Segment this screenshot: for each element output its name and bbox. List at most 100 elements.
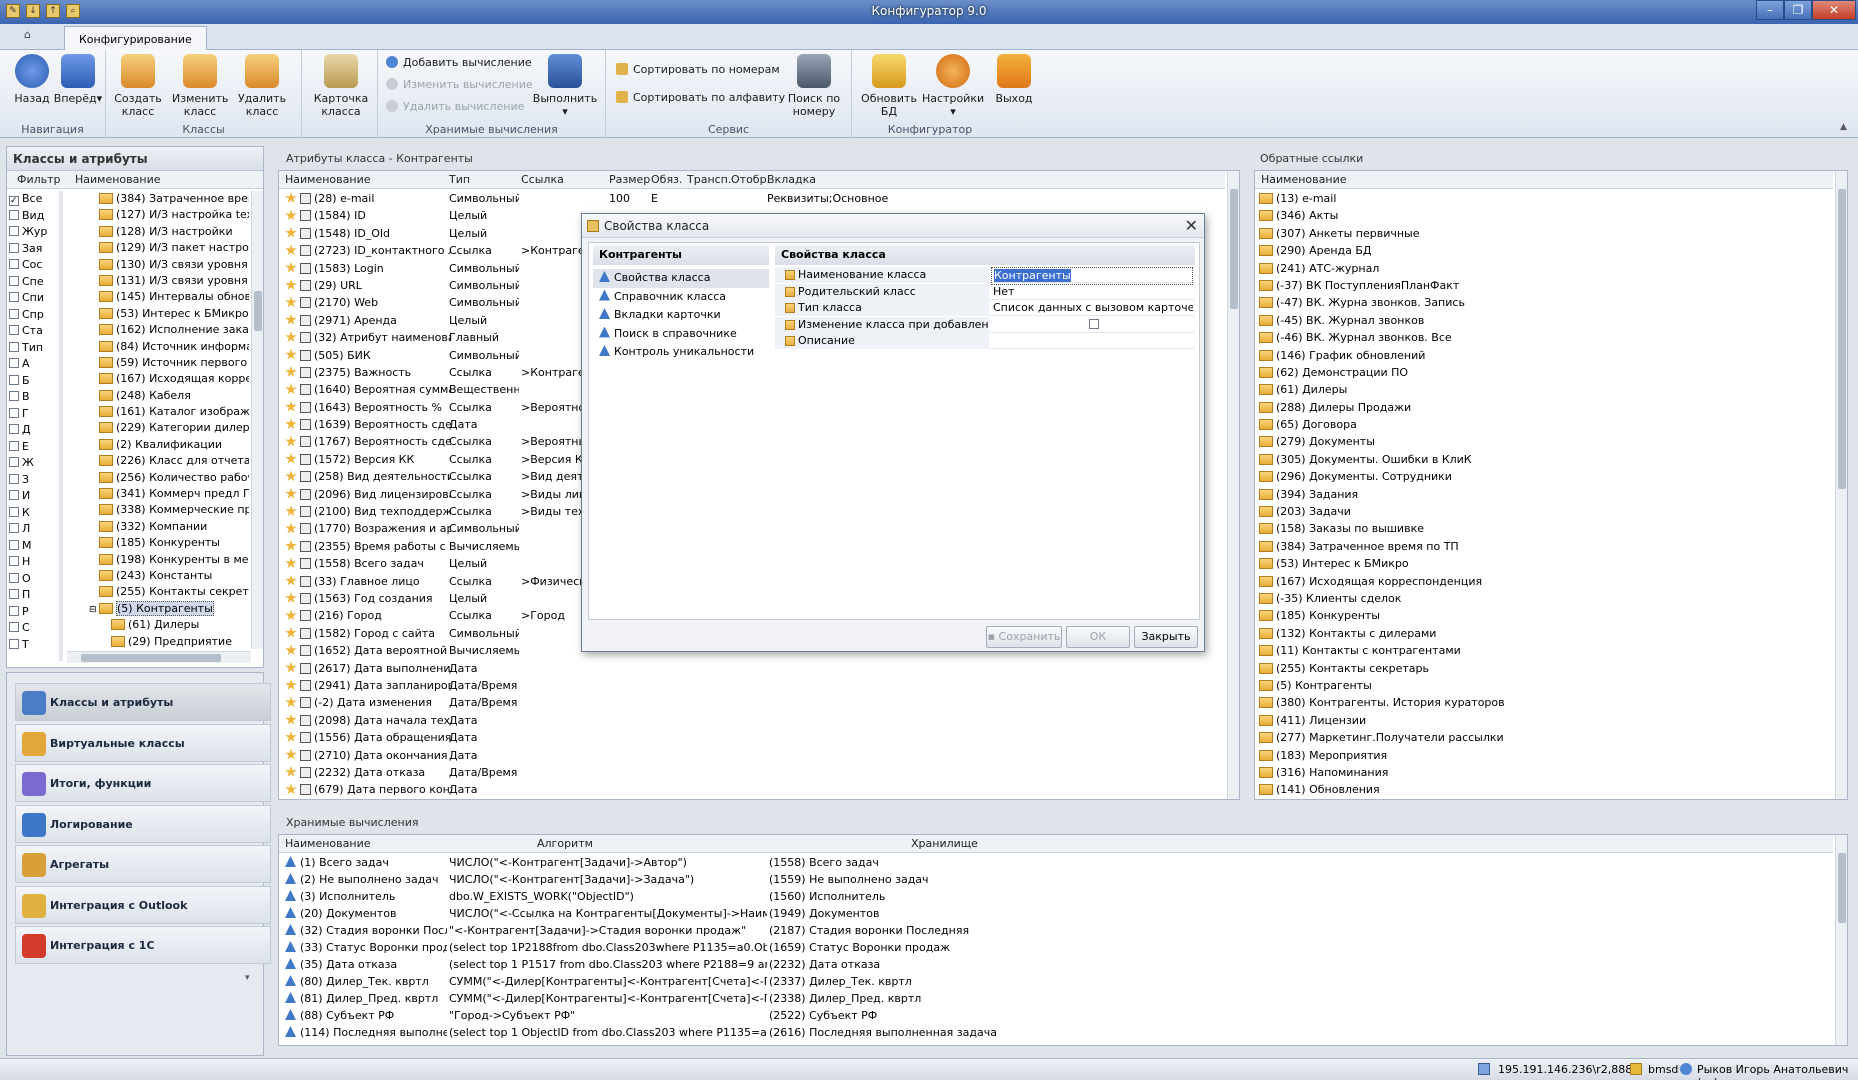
nav-button-3[interactable]: Логирование [15,804,271,843]
class-tree-item[interactable]: (129) И/З пакет настроек [67,240,249,256]
attr-row[interactable]: (2617) Дата выполнения посл.Дата [279,660,1225,677]
class-tree-item[interactable]: (226) Класс для отчета по PR [67,453,249,469]
filter-item[interactable]: Спи [9,290,59,307]
filter-checkbox[interactable] [9,473,19,484]
filter-item[interactable]: Г [9,406,59,423]
filter-checkbox[interactable] [9,424,19,434]
filter-checkbox[interactable] [9,209,19,220]
filter-checkbox[interactable] [9,622,19,632]
attributes-scrollbar[interactable] [1227,171,1239,799]
back-link-item[interactable]: (346) Акты [1255,207,1833,224]
filter-item[interactable]: Спе [9,274,59,291]
close-window-button[interactable]: ✕ [1812,0,1856,20]
back-link-item[interactable]: (132) Контакты с дилерами [1255,625,1833,642]
attr-col-0[interactable]: Наименование [285,171,370,189]
filter-item[interactable]: И [9,488,59,505]
attr-row[interactable]: (1556) Дата обращения/анкетыДата [279,729,1225,746]
class-tree-item[interactable]: (248) Кабеля [67,388,249,404]
filter-item[interactable]: Вид [9,208,59,225]
run-button[interactable]: Выполнить ▾ [532,54,598,118]
back-link-item[interactable]: (158) Заказы по вышивке [1255,520,1833,537]
back-link-item[interactable]: (288) Дилеры Продажи [1255,399,1833,416]
filter-checkbox[interactable] [9,391,19,401]
back-link-item[interactable]: (203) Задачи [1255,503,1833,520]
property-row[interactable]: Родительский класс Нет [775,283,1195,300]
nav-button-4[interactable]: Агрегаты [15,845,271,883]
filter-checkbox[interactable] [9,572,19,583]
filter-item[interactable]: Зая [9,241,59,258]
collapse-icon[interactable]: ⊟ [89,602,99,618]
back-link-item[interactable]: (53) Интерес к БМикро [1255,555,1833,572]
nav-button-0[interactable]: Классы и атрибуты [15,683,271,721]
back-link-item[interactable]: (277) Маркетинг.Получатели рассылки [1255,729,1833,746]
property-row[interactable]: Описание [775,333,1195,350]
filter-checkbox[interactable] [9,374,19,385]
attr-col-4[interactable]: Обяз. [651,171,682,189]
filter-item[interactable]: З [9,472,59,489]
stored-row[interactable]: (3) Исполнитель dbo.W_EXISTS_WORK("Object… [279,888,1833,905]
class-tree-item[interactable]: (29) Предприятие [67,634,249,649]
dialog-menu-item[interactable]: Поиск в справочнике [593,325,769,344]
class-tree-item[interactable]: (167) Исходящая корреспонденция [67,371,249,387]
filter-item[interactable]: А [9,356,59,373]
attr-col-5[interactable]: Трансп. [687,171,731,189]
stored-row[interactable]: (32) Стадия воронки Последняя"<-Контраге… [279,922,1833,939]
filter-checkbox[interactable] [9,457,19,467]
filter-item[interactable]: Б [9,373,59,390]
stored-row[interactable]: (2) Не выполнено задач ЧИСЛО("<-Контраген… [279,871,1833,888]
stored-scrollbar[interactable] [1835,835,1847,1045]
filter-checkbox[interactable] [9,605,19,616]
class-tree-item[interactable]: (341) Коммерч предл Преимуще [67,486,249,502]
stored-row[interactable]: (35) Дата отказа (select top 1 P1517 from… [279,956,1833,973]
filter-checkbox[interactable]: ✓ [9,196,19,206]
stored-row[interactable]: (33) Статус Воронки продаж(select top 1P… [279,939,1833,956]
delete-class-button[interactable]: Удалить класс [234,54,290,118]
dialog-close-icon[interactable]: ✕ [1185,214,1198,238]
back-link-item[interactable]: (255) Контакты секретарь [1255,660,1833,677]
edit-calc-button[interactable]: Изменить вычисление [386,75,533,95]
back-link-item[interactable]: (146) График обновлений [1255,347,1833,364]
property-value[interactable]: Нет [991,284,1193,300]
back-link-item[interactable]: (5) Контрагенты [1255,677,1833,694]
nav-chevron-icon[interactable]: ▾ [245,973,250,983]
filter-checkbox[interactable] [9,226,19,236]
class-tree-item[interactable]: (61) Дилеры [67,617,249,633]
back-link-item[interactable]: (279) Документы [1255,433,1833,450]
add-calc-button[interactable]: Добавить вычисление [386,53,532,73]
back-link-item[interactable]: (-35) Клиенты сделок [1255,590,1833,607]
filter-item[interactable]: С [9,620,59,637]
attr-col-6[interactable]: Отобр. [731,171,770,189]
filter-checkbox[interactable] [9,325,19,335]
class-tree-item[interactable]: (243) Константы [67,568,249,584]
filter-checkbox[interactable] [9,589,19,599]
back-link-item[interactable]: (296) Документы. Сотрудники [1255,468,1833,485]
class-tree-item[interactable]: (198) Конкуренты в мероприятиях [67,552,249,568]
attr-col-7[interactable]: Вкладка [767,171,816,189]
filter-checkbox[interactable] [9,523,19,533]
stored-row[interactable]: (81) Дилер_Пред. квртл СУММ("<-Дилер[Конт… [279,990,1833,1007]
stored-row[interactable]: (88) Субъект РФ "Город->Субъект РФ" (2522)… [279,1007,1833,1024]
class-tree-item[interactable]: ⊟ (5) Контрагенты [67,600,249,618]
stored-row[interactable]: (80) Дилер_Тек. квртл СУММ("<-Дилер[Контр… [279,973,1833,990]
class-tree-item[interactable]: (229) Категории дилеров [67,420,249,436]
filter-item[interactable]: Ста [9,323,59,340]
update-db-button[interactable]: Обновить БД [858,54,920,118]
attr-row[interactable]: (2232) Дата отказа Дата/Время [279,764,1225,781]
attr-col-2[interactable]: Ссылка [521,171,564,189]
filter-splitter[interactable] [59,191,63,661]
class-tree-item[interactable]: (2) Квалификации [67,437,249,453]
back-link-item[interactable]: (11) Контакты с контрагентами [1255,642,1833,659]
back-links-scrollbar[interactable] [1835,171,1847,799]
filter-item[interactable]: Е [9,439,59,456]
class-tree-item[interactable]: (128) И/З настройки [67,224,249,240]
search-by-number-button[interactable]: Поиск по номеру [782,54,846,118]
class-tree-item[interactable]: (127) И/З настройка text файла [67,207,249,223]
filter-item[interactable]: Ж [9,455,59,472]
dialog-menu-item[interactable]: Вкладки карточки [593,306,769,325]
nav-button-5[interactable]: Интеграция с Outlook [15,885,271,924]
dialog-menu-item[interactable]: Свойства класса [593,269,769,288]
class-tree-item[interactable]: (130) И/З связи уровня 0 [67,257,249,273]
back-link-item[interactable]: (-45) ВК. Журнал звонков [1255,312,1833,329]
back-link-item[interactable]: (241) АТС-журнал [1255,260,1833,277]
filter-item[interactable]: О [9,571,59,588]
